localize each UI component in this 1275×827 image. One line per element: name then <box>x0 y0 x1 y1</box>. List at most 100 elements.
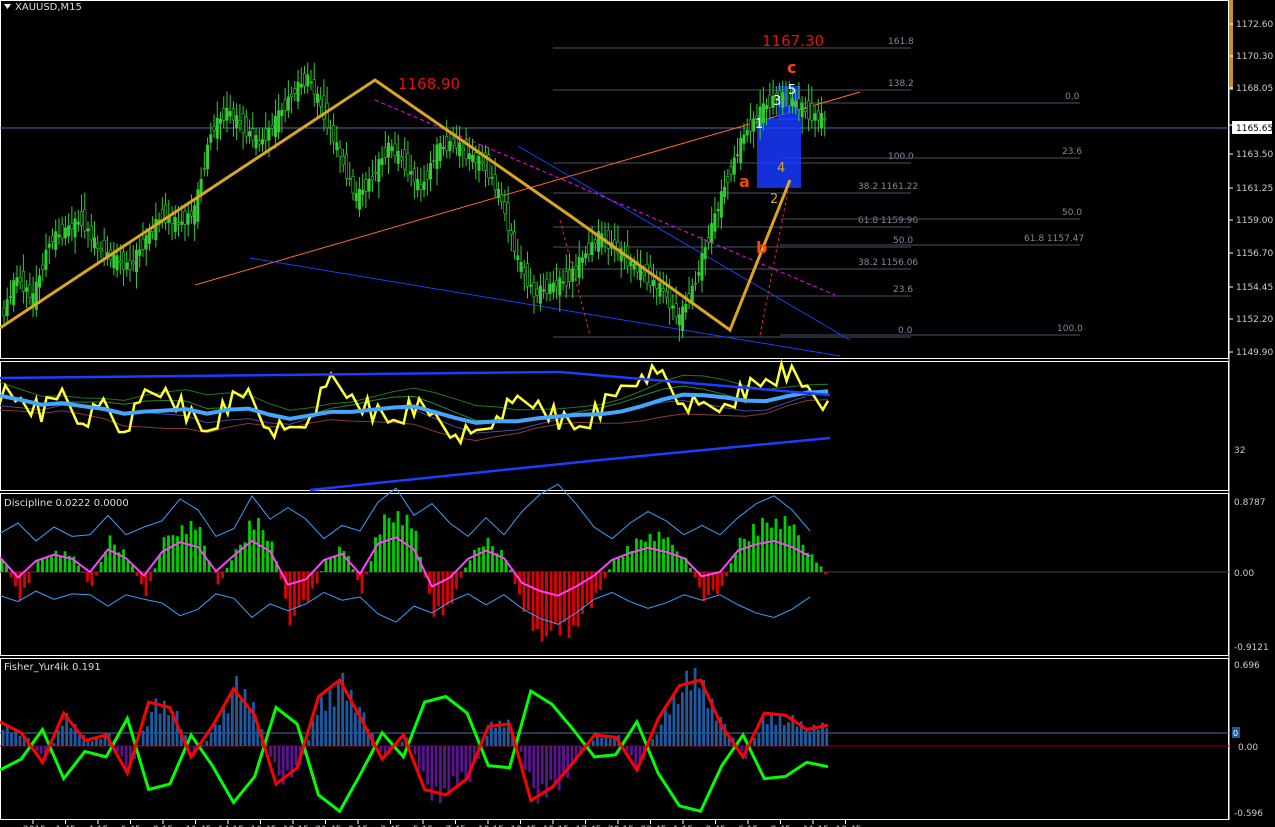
fisher-bar <box>528 746 531 773</box>
triangle-down-icon[interactable] <box>4 4 11 9</box>
discipline-bar <box>810 554 814 572</box>
candle-body <box>293 88 297 94</box>
discipline-bar <box>288 572 292 626</box>
candle-body <box>383 147 387 158</box>
discipline-bar <box>788 526 791 572</box>
candle-body <box>206 144 210 170</box>
fisher-bar <box>434 746 438 787</box>
discipline-bar <box>171 535 175 572</box>
candle-body <box>374 171 378 175</box>
candle-body <box>54 231 58 250</box>
discipline-bar <box>563 572 566 623</box>
candle-body <box>341 155 345 166</box>
fisher-bar <box>714 720 718 746</box>
fisher-bar <box>651 739 655 746</box>
candle-body <box>820 113 824 129</box>
candle-body <box>448 141 452 152</box>
fisher-bar <box>400 741 404 746</box>
discipline-bar <box>729 563 733 572</box>
candle-body <box>8 296 12 298</box>
candle-body <box>176 222 180 225</box>
rsi-panel[interactable] <box>0 361 1229 491</box>
discipline-bar <box>761 517 764 572</box>
candle-body <box>477 156 481 171</box>
fisher-bar <box>116 746 120 752</box>
candle-body <box>516 255 520 261</box>
candle-body <box>5 299 9 316</box>
discipline-bar <box>815 562 818 572</box>
discipline-axis-top: 0.8787 <box>1234 498 1266 508</box>
price-tick-label: 1159.00 <box>1236 216 1273 226</box>
candle-body <box>416 178 420 191</box>
candle-body <box>299 83 303 88</box>
candle-body <box>44 249 48 270</box>
discipline-bar <box>293 572 296 616</box>
fisher-bar <box>532 746 536 789</box>
price-panel[interactable] <box>0 0 1229 359</box>
fisher-bar <box>804 730 807 746</box>
fisher-axis-value: 0 <box>1233 729 1238 738</box>
candle-body <box>367 178 371 192</box>
wave-label-c: c <box>787 58 796 77</box>
candle-body <box>807 100 811 120</box>
candle-body <box>797 98 801 110</box>
discipline-bar <box>774 518 778 572</box>
candle-body <box>403 149 407 170</box>
discipline-bar <box>216 572 220 585</box>
fisher-bar <box>35 746 39 752</box>
discipline-bar <box>765 522 769 572</box>
candle-body <box>99 248 103 252</box>
discipline-bar <box>666 537 670 572</box>
candle-body <box>15 277 19 287</box>
discipline-bar <box>468 560 472 572</box>
candle-body <box>280 110 284 117</box>
discipline-bar <box>477 547 481 572</box>
candle-body <box>726 176 730 184</box>
candle-body <box>658 282 662 297</box>
candle-body <box>810 102 814 121</box>
discipline-bar <box>720 572 724 586</box>
discipline-bar <box>608 569 611 572</box>
chart-workspace[interactable]: XAUUSD,M15 161.8138.2100.038.2 1161.2261… <box>0 0 1275 827</box>
candle-body <box>768 94 772 108</box>
candle-body <box>480 161 484 164</box>
candle-body <box>684 303 688 313</box>
scrollbar-handle[interactable] <box>1229 0 1233 90</box>
fisher-bar <box>145 726 149 746</box>
discipline-bar <box>194 529 197 572</box>
fib-level-label: 38.2 1161.22 <box>858 182 918 192</box>
candle-body <box>632 263 636 270</box>
fisher-bar <box>239 699 243 746</box>
fisher-bar <box>150 711 154 746</box>
price-tick-label: 1154.45 <box>1236 283 1273 293</box>
candle-body <box>380 158 384 166</box>
target-price-label: 1167.30 <box>762 32 824 50</box>
fisher-bar <box>808 731 812 746</box>
fisher-bar <box>69 727 73 746</box>
discipline-bar <box>383 514 386 572</box>
candle-body <box>648 266 652 286</box>
discipline-bar <box>302 572 305 600</box>
candle-body <box>661 288 665 292</box>
candle-body <box>76 221 80 225</box>
candle-body <box>18 277 22 283</box>
candle-body <box>445 136 449 152</box>
discipline-bar <box>441 572 445 616</box>
candle-body <box>89 225 93 241</box>
candle-body <box>816 110 820 121</box>
candle-body <box>196 189 200 222</box>
discipline-bar <box>99 561 103 572</box>
discipline-bar <box>612 559 616 572</box>
candle-body <box>83 209 87 232</box>
discipline-bar <box>347 555 350 572</box>
candle-body <box>361 189 365 195</box>
fisher-bar <box>396 744 400 746</box>
candle-body <box>38 275 42 288</box>
fisher-bar <box>608 738 612 746</box>
discipline-bar <box>315 572 319 584</box>
discipline-panel[interactable] <box>0 493 1229 656</box>
discipline-bar <box>9 572 13 578</box>
candle-body <box>261 139 265 145</box>
candle-body <box>273 115 277 137</box>
fisher-bar <box>413 746 417 755</box>
